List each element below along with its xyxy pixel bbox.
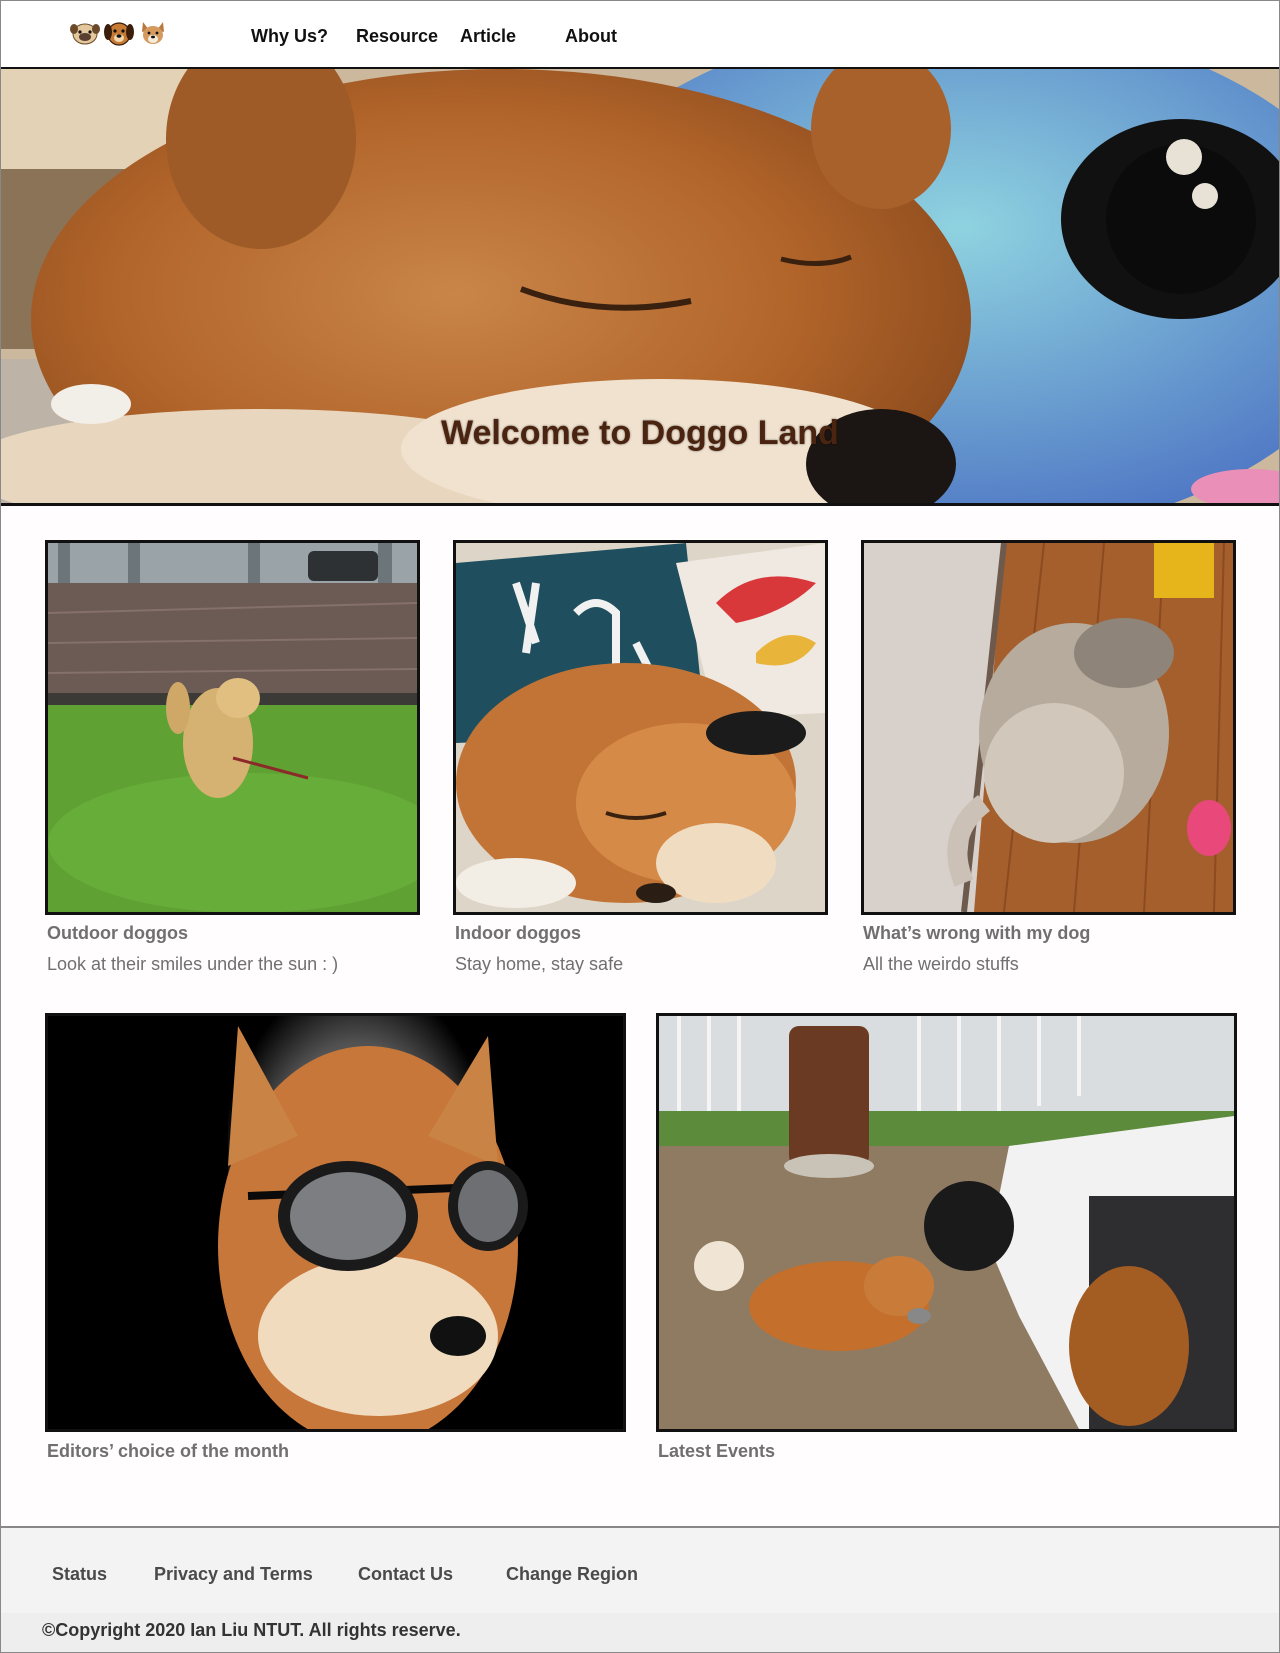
logo-group[interactable] [69,19,169,47]
card-title-outdoor[interactable]: Outdoor doggos [47,923,188,944]
dog-face-icon [103,19,135,47]
feature-image-editors-choice[interactable] [45,1013,626,1432]
nav-about[interactable]: About [565,26,617,47]
footer-link-change-region[interactable]: Change Region [506,1564,638,1585]
card-title-indoor[interactable]: Indoor doggos [455,923,581,944]
card-image-indoor[interactable] [453,540,828,915]
footer: Status Privacy and Terms Contact Us Chan… [1,1526,1279,1615]
feature-title-latest-events[interactable]: Latest Events [658,1441,775,1462]
feature-image-latest-events[interactable] [656,1013,1237,1432]
collie-face-icon [137,19,169,47]
footer-link-status[interactable]: Status [52,1564,107,1585]
nav-article[interactable]: Article [460,26,516,47]
card-image-weird[interactable] [861,540,1236,915]
footer-link-contact-us[interactable]: Contact Us [358,1564,453,1585]
card-subtitle-weird: All the weirdo stuffs [863,954,1019,974]
card-subtitle-indoor: Stay home, stay safe [455,954,624,974]
pug-face-icon [69,19,101,47]
top-nav: Why Us? Resource Article About [1,1,1279,70]
footer-link-privacy-terms[interactable]: Privacy and Terms [154,1564,313,1585]
card-image-outdoor[interactable] [45,540,420,915]
nav-resource[interactable]: Resource [356,26,438,47]
card-title-weird[interactable]: What’s wrong with my dog [863,923,1090,944]
feature-title-editors-choice[interactable]: Editors’ choice of the month [47,1441,289,1462]
card-subtitle-outdoor: Look at their smiles under the sun : ) [47,954,339,974]
hero-banner: Welcome to Doggo Land [1,69,1279,506]
hero-title: Welcome to Doggo Land [441,414,839,452]
copyright-text: ©Copyright 2020 Ian Liu NTUT. All rights… [42,1620,461,1640]
nav-why-us[interactable]: Why Us? [251,26,328,47]
